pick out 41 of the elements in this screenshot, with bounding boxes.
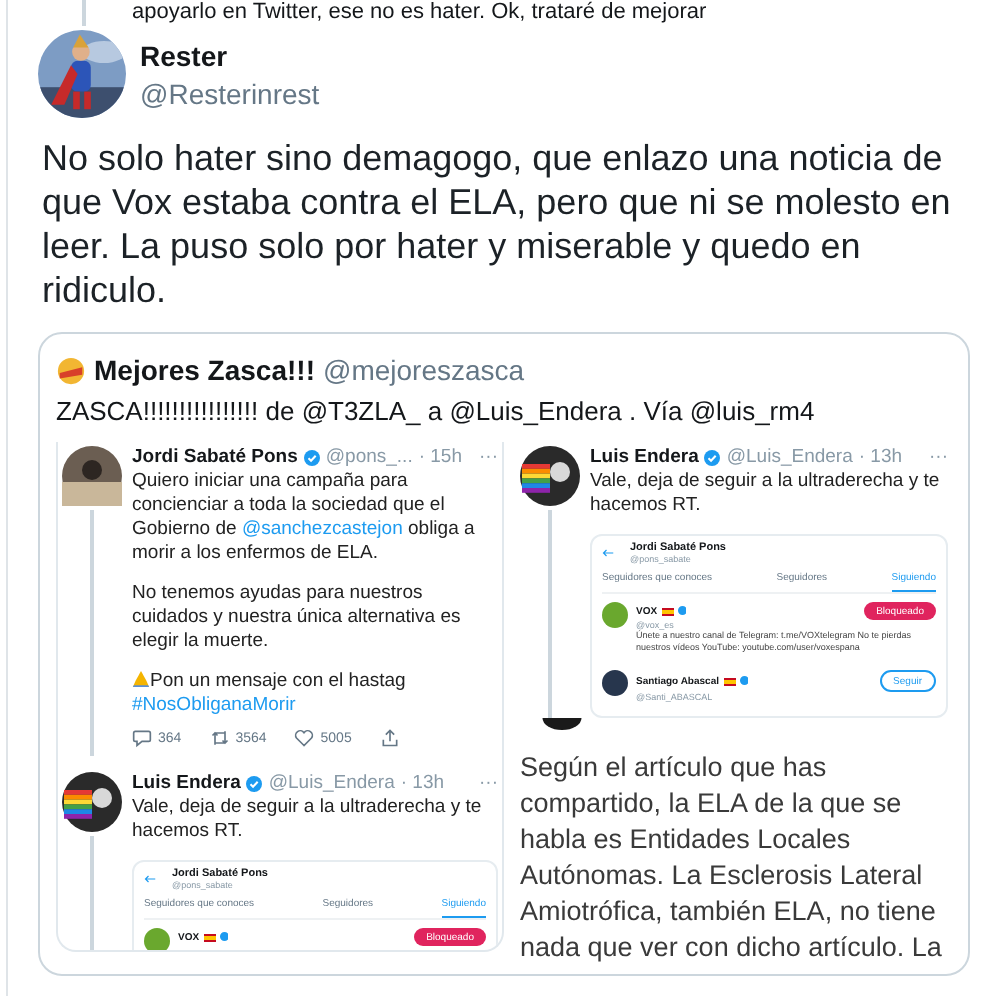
link[interactable]: #NosObliganaMorir [132, 694, 296, 716]
link[interactable]: @sanchezcastejon [241, 518, 403, 540]
tweet-text: Quiero iniciar una campaña para concienciar a toda la sociedad que el Gobierno de @sanchezcastejon obliga a morir a los enfermos de ELA. [132, 470, 477, 566]
tweet-time: · 15h [418, 446, 462, 468]
author-name: Luis Endera [132, 772, 241, 794]
heart-icon[interactable] [294, 728, 315, 748]
retweet-icon[interactable] [209, 728, 230, 748]
quoted-tweet[interactable] [38, 332, 970, 976]
quoted-tweet-text: ZASCA!!!!!!!!!!!!!!!! de @T3ZLA_ a @Luis_Endera . Vía @luis_rm4 [56, 396, 817, 426]
author-handle: @Luis_Endera [726, 446, 853, 468]
more-icon[interactable]: ··· [479, 446, 498, 468]
avatar-icon [62, 772, 122, 832]
author-name: Jordi Sabaté Pons [132, 446, 298, 468]
author-handle: @pons_... [325, 446, 413, 468]
tweet-text: No tenemos ayudas para nuestros cuidados y nuestra única alternativa es elegir la muerte. [132, 582, 463, 654]
previous-tweet-text: apoyarlo en Twitter, ese no es hater. Ok, trataré de mejorar [132, 0, 707, 24]
avatar-icon [62, 446, 122, 506]
tweet-time: · 13h [858, 446, 903, 468]
more-icon[interactable]: ··· [479, 772, 498, 794]
quoted-author-name: Mejores Zasca!!! [94, 354, 315, 386]
back-arrow-icon[interactable] [144, 874, 156, 884]
avatar-icon [520, 446, 580, 506]
author-handle[interactable]: @Resterinrest [140, 77, 320, 109]
more-icon[interactable]: ··· [929, 446, 948, 468]
avatar-icon [602, 670, 628, 696]
back-arrow-icon[interactable] [602, 548, 614, 558]
tweet-time: · 13h [400, 772, 445, 794]
avatar-icon [144, 928, 170, 950]
quoted-author-handle: @mejoreszasca [322, 354, 525, 386]
tweet-text: Vale, deja de seguir a la ultraderecha y te hacemos RT. [590, 470, 942, 518]
author-handle: @Luis_Endera [268, 772, 395, 794]
tweet-text: Vale, deja de seguir a la ultraderecha y te hacemos RT. [132, 796, 484, 844]
avatar-icon [602, 602, 628, 628]
tweet-text: Pon un mensaje con el hastag #NosObliganaMorir [132, 670, 408, 718]
tweet-text: No solo hater sino demagogo, que enlazo una noticia de que Vox estaba contra el ELA, pero que ni se molesto en leer. La puso solo por hater y miserable y quedo en ridiculo. [42, 136, 953, 312]
logo-icon [56, 355, 86, 385]
share-icon[interactable] [379, 728, 400, 748]
author-name: Luis Endera [590, 446, 699, 468]
comment-icon[interactable] [132, 728, 152, 748]
author-name[interactable]: Rester [140, 39, 320, 71]
reply-text: Según el artículo que has compartido, la ELA de la que se habla es Entidades Locales Autónomas. La Esclerosis Lateral Amiotrófica, también ELA, no tiene nada que ver con dicho artículo. La [520, 750, 944, 966]
